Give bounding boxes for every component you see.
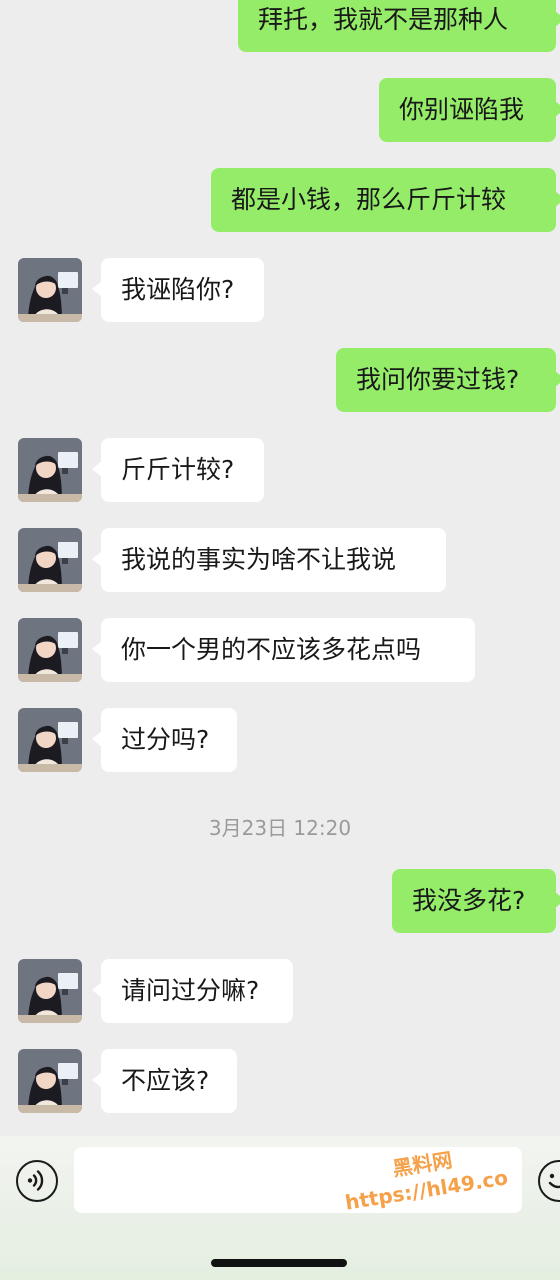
message-bubble-incoming[interactable]: 你一个男的不应该多花点吗 (92, 618, 475, 682)
message-bubble-outgoing[interactable]: 我没多花? (392, 869, 560, 933)
message-bubble-outgoing[interactable]: 我问你要过钱? (336, 348, 560, 412)
message-bubble-incoming[interactable]: 过分吗? (92, 708, 237, 772)
contact-avatar[interactable] (18, 708, 82, 772)
message-bubble-incoming[interactable]: 不应该? (92, 1049, 237, 1113)
voice-wave-icon (27, 1170, 44, 1191)
voice-button[interactable] (16, 1160, 58, 1202)
message-bubble-incoming[interactable]: 请问过分嘛? (92, 959, 293, 1023)
contact-avatar[interactable] (18, 438, 82, 502)
chat-screen: 拜托，我就不是那种人 你别诬陷我 都是小钱，那么斤斤计较 我诬陷你? 我问你要过… (0, 0, 560, 1280)
message-timestamp: 3月23日 12:20 (208, 816, 352, 840)
anime-girl-avatar-icon (18, 438, 82, 502)
message-bubble-incoming[interactable]: 我诬陷你? (92, 258, 264, 322)
home-indicator[interactable] (211, 1259, 347, 1267)
message-bubble-outgoing[interactable]: 拜托，我就不是那种人 (238, 0, 560, 52)
contact-avatar[interactable] (18, 528, 82, 592)
contact-avatar[interactable] (18, 1049, 82, 1113)
anime-girl-avatar-icon (18, 708, 82, 772)
message-bubble-outgoing[interactable]: 你别诬陷我 (379, 78, 560, 142)
anime-girl-avatar-icon (18, 258, 82, 322)
message-bubble-incoming[interactable]: 我说的事实为啥不让我说 (92, 528, 446, 592)
smiley-icon (548, 1173, 560, 1189)
emoji-button[interactable] (538, 1160, 560, 1202)
contact-avatar[interactable] (18, 959, 82, 1023)
contact-avatar[interactable] (18, 618, 82, 682)
message-bubble-outgoing[interactable]: 都是小钱，那么斤斤计较 (211, 168, 560, 232)
anime-girl-avatar-icon (18, 618, 82, 682)
anime-girl-avatar-icon (18, 528, 82, 592)
contact-avatar[interactable] (18, 258, 82, 322)
anime-girl-avatar-icon (18, 1049, 82, 1113)
anime-girl-avatar-icon (18, 959, 82, 1023)
message-bubble-incoming[interactable]: 斤斤计较? (92, 438, 264, 502)
